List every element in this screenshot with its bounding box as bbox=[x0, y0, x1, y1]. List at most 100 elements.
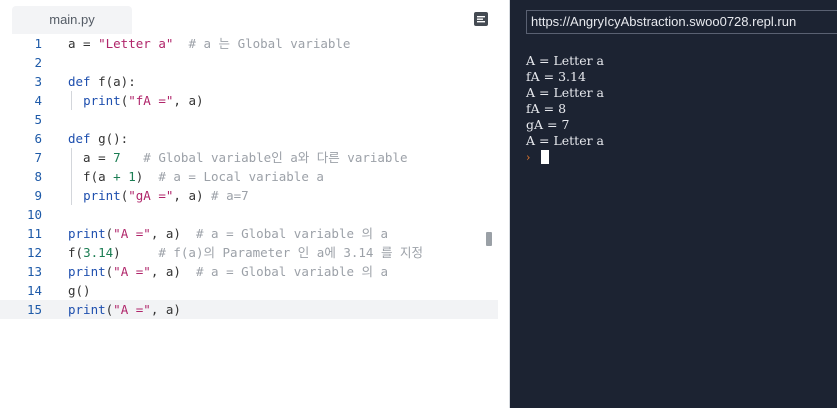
code-token: , a) bbox=[173, 188, 212, 203]
code-text: print("fA =", a) bbox=[68, 91, 204, 110]
line-number: 5 bbox=[34, 112, 42, 127]
code-text: g() bbox=[68, 281, 91, 300]
code-text: print("A =", a) # a = Global variable 의 … bbox=[68, 262, 388, 281]
code-token: # a = Global variable 의 a bbox=[195, 264, 389, 279]
code-token: , a) bbox=[150, 264, 196, 279]
code-line[interactable]: 3 def f(a): bbox=[0, 72, 498, 91]
code-text: print("A =", a) # a = Global variable 의 … bbox=[68, 224, 388, 243]
code-text: def f(a): bbox=[68, 72, 136, 91]
prompt-chevron-icon: › bbox=[526, 151, 531, 164]
repl-url-field[interactable]: https://AngryIcyAbstraction.swoo0728.rep… bbox=[526, 10, 837, 34]
code-token: f(a bbox=[68, 169, 114, 184]
code-token: "gA =" bbox=[128, 188, 174, 203]
code-token: "fA =" bbox=[128, 93, 174, 108]
code-token: a = bbox=[68, 150, 114, 165]
code-token: , a) bbox=[150, 226, 196, 241]
code-token: # a 는 Global variable bbox=[188, 36, 351, 51]
line-number: 10 bbox=[26, 207, 42, 222]
code-token: print bbox=[68, 226, 106, 241]
code-editor-pane[interactable]: main.py 1 a = "Letter a" # a 는 Global var… bbox=[0, 0, 510, 408]
code-token: ) bbox=[113, 245, 159, 260]
code-line[interactable]: 13 print("A =", a) # a = Global variable … bbox=[0, 262, 498, 281]
code-token: print bbox=[68, 264, 106, 279]
code-line[interactable]: 6 def g(): bbox=[0, 129, 498, 148]
code-token: "Letter a" bbox=[98, 36, 174, 51]
console-output-line: A = Letter a bbox=[526, 133, 604, 148]
line-number: 2 bbox=[34, 55, 42, 70]
code-token: ) bbox=[135, 169, 159, 184]
code-token: "A =" bbox=[113, 226, 151, 241]
code-line[interactable]: 2 bbox=[0, 53, 498, 72]
console-pane[interactable]: https://AngryIcyAbstraction.swoo0728.rep… bbox=[510, 0, 837, 408]
code-line[interactable]: 1 a = "Letter a" # a 는 Global variable bbox=[0, 34, 498, 53]
line-number: 3 bbox=[34, 74, 42, 89]
code-token: def bbox=[68, 74, 91, 89]
code-line[interactable]: 15 print("A =", a) bbox=[0, 300, 498, 319]
code-text: f(a + 1) # a = Local variable a bbox=[68, 167, 324, 186]
text-cursor bbox=[541, 150, 549, 164]
code-line[interactable]: 14 g() bbox=[0, 281, 498, 300]
code-line[interactable]: 7 a = 7 # Global variable인 a와 다른 variabl… bbox=[0, 148, 498, 167]
editor-tab-bar: main.py bbox=[0, 0, 509, 34]
code-text: f(3.14) # f(a)의 Parameter 인 a에 3.14 를 지정 bbox=[68, 243, 423, 262]
file-tab-main-py[interactable]: main.py bbox=[12, 6, 132, 34]
line-number: 11 bbox=[26, 226, 42, 241]
code-token: , a) bbox=[150, 302, 181, 317]
code-token: 7 bbox=[113, 150, 121, 165]
code-token: , a) bbox=[173, 93, 204, 108]
line-number: 8 bbox=[34, 169, 42, 184]
console-output-line: A = Letter a bbox=[526, 85, 604, 100]
code-line[interactable]: 4 print("fA =", a) bbox=[0, 91, 498, 110]
code-token: print bbox=[83, 188, 121, 203]
list-menu-icon[interactable] bbox=[473, 11, 489, 27]
code-token: g() bbox=[68, 283, 91, 298]
code-token: # f(a)의 Parameter 인 a에 3.14 를 지정 bbox=[158, 245, 423, 260]
code-token: a = bbox=[68, 36, 99, 51]
code-text: def g(): bbox=[68, 129, 128, 148]
code-token: "A =" bbox=[113, 302, 151, 317]
code-token: 3.14 bbox=[83, 245, 114, 260]
code-line[interactable]: 5 bbox=[0, 110, 498, 129]
code-line[interactable]: 8 f(a + 1) # a = Local variable a bbox=[0, 167, 498, 186]
code-text: a = "Letter a" # a 는 Global variable bbox=[68, 34, 350, 53]
line-number: 6 bbox=[34, 131, 42, 146]
line-number: 4 bbox=[34, 93, 42, 108]
console-output-line: fA = 8 bbox=[526, 101, 567, 116]
code-token: f(a): bbox=[90, 74, 136, 89]
code-area[interactable]: 1 a = "Letter a" # a 는 Global variable 2 3 d… bbox=[0, 34, 498, 319]
line-number: 7 bbox=[34, 150, 42, 165]
code-token: g(): bbox=[90, 131, 129, 146]
line-number: 9 bbox=[34, 188, 42, 203]
editor-scrollbar-thumb[interactable] bbox=[486, 232, 492, 246]
line-number: 12 bbox=[26, 245, 42, 260]
code-token: print bbox=[68, 302, 106, 317]
line-number: 14 bbox=[26, 283, 42, 298]
code-token: # a = Global variable 의 a bbox=[195, 226, 389, 241]
console-output-line: A = Letter a bbox=[526, 53, 604, 68]
code-token: print bbox=[83, 93, 121, 108]
line-number: 15 bbox=[26, 302, 42, 317]
console-output: A = Letter a fA = 3.14 A = Letter a fA = 8g… bbox=[526, 53, 604, 165]
code-token: # a = Local variable a bbox=[158, 169, 324, 184]
code-token: # Global variable인 a와 다른 variable bbox=[143, 150, 408, 165]
line-number: 13 bbox=[26, 264, 42, 279]
code-line[interactable]: 11 print("A =", a) # a = Global variable … bbox=[0, 224, 498, 243]
code-line[interactable]: 10 bbox=[0, 205, 498, 224]
code-token: f( bbox=[68, 245, 84, 260]
code-line[interactable]: 12 f(3.14) # f(a)의 Parameter 인 a에 3.14 를 … bbox=[0, 243, 498, 262]
line-number: 1 bbox=[34, 36, 42, 51]
code-token: "A =" bbox=[113, 264, 151, 279]
code-text: a = 7 # Global variable인 a와 다른 variable bbox=[68, 148, 408, 167]
code-line[interactable]: 9 print("gA =", a) # a=7 bbox=[0, 186, 498, 205]
code-token: def bbox=[68, 131, 91, 146]
code-token: 1 bbox=[128, 169, 136, 184]
code-text: print("gA =", a) # a=7 bbox=[68, 186, 249, 205]
code-token: + bbox=[113, 169, 121, 184]
console-output-line: fA = 3.14 bbox=[526, 69, 586, 84]
code-token: # a=7 bbox=[211, 188, 249, 203]
console-prompt[interactable]: › bbox=[526, 149, 604, 165]
